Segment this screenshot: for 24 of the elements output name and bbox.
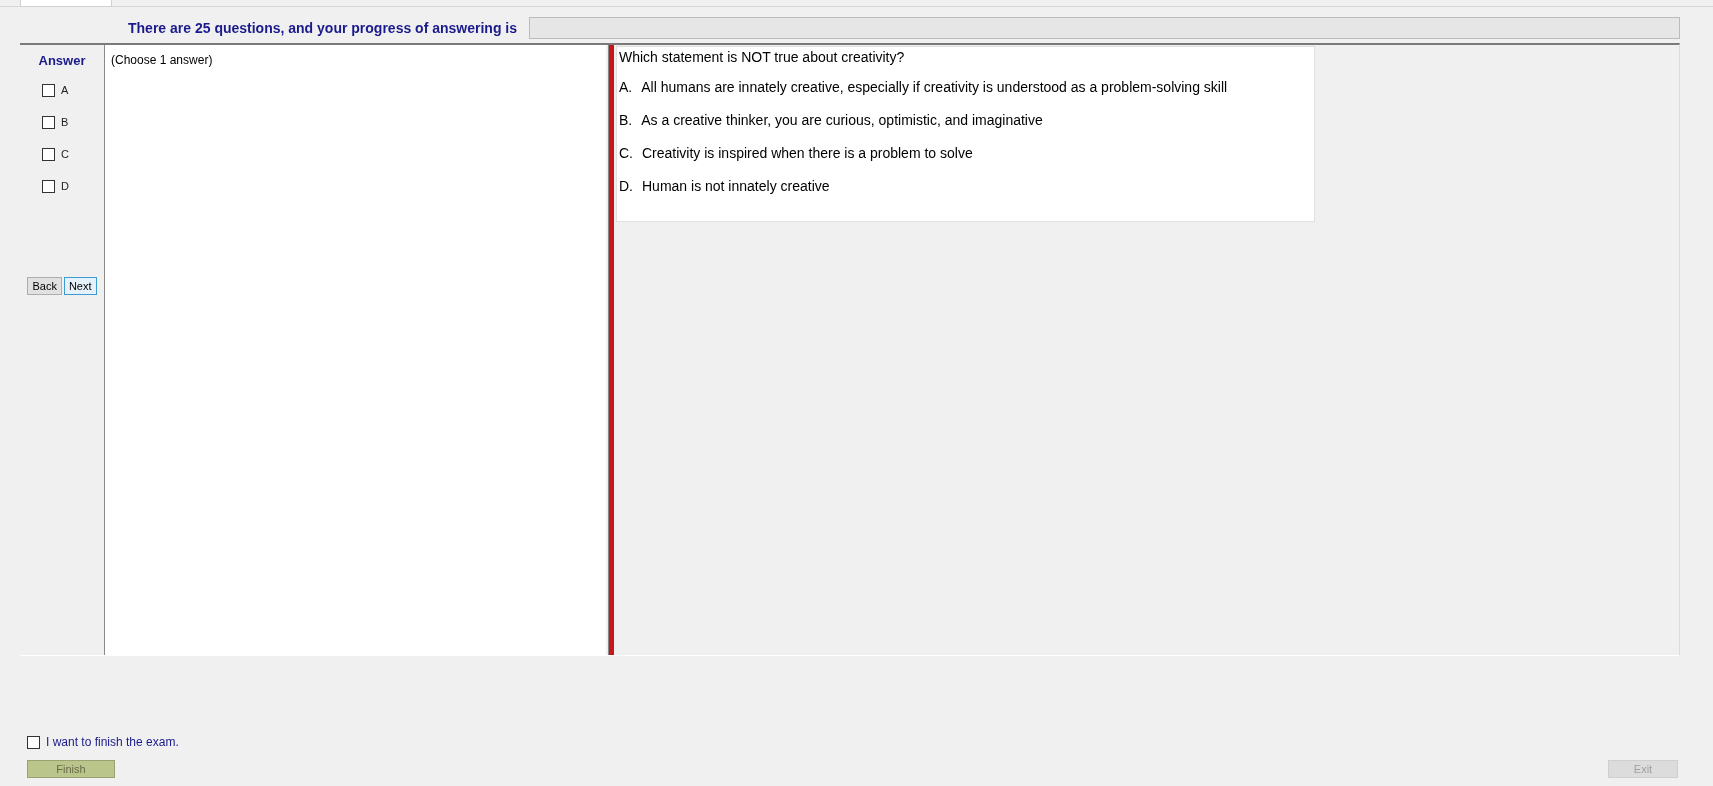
answer-title: Answer (38, 53, 86, 68)
progress-caption: There are 25 questions, and your progress of answering is (127, 20, 517, 36)
checkbox[interactable] (42, 83, 55, 97)
checkbox[interactable] (42, 147, 55, 161)
back-button[interactable]: Back (27, 277, 62, 295)
finish-label: I want to finish the exam. (46, 735, 179, 749)
choose-hint: (Choose 1 answer) (111, 53, 213, 67)
question-text: Which statement is NOT true about creativity? (619, 49, 906, 67)
choice-text: Creativity is inspired when there is a problem to solve (642, 145, 973, 163)
choice-text: All humans are innately creative, especially if creativity is understood as a problem-solving skill (641, 79, 1228, 97)
option-label: D (61, 180, 69, 192)
next-button[interactable]: Next (63, 277, 97, 295)
choice-letter: D. (619, 178, 633, 196)
option-label: A (61, 84, 69, 96)
option-label: C (61, 148, 69, 160)
option-label: B (61, 116, 69, 128)
checkbox[interactable] (27, 735, 40, 749)
choice-letter: C. (619, 145, 633, 163)
checkbox[interactable] (42, 115, 55, 129)
choice-text: As a creative thinker, you are curious, optimistic, and imaginative (641, 112, 1043, 130)
choice-letter: B. (619, 112, 633, 130)
checkbox[interactable] (42, 179, 55, 193)
choice-letter: A. (619, 79, 633, 97)
choice-text: Human is not innately creative (642, 178, 830, 196)
